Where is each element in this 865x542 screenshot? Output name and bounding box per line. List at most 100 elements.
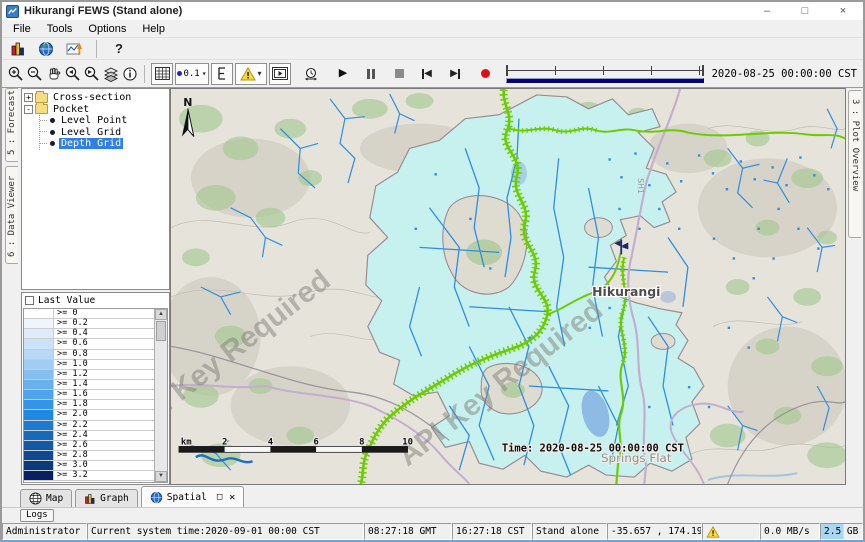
warnings-dropdown[interactable]: ▾ (235, 63, 267, 85)
legend-label: >= 2.8 (54, 451, 88, 460)
zoom-previous-icon[interactable] (63, 63, 82, 85)
minimize-button[interactable]: – (761, 5, 773, 17)
legend-row[interactable]: >= 0.4 (24, 329, 154, 339)
zoom-in-icon[interactable] (6, 63, 25, 85)
spatial-display-icon[interactable] (35, 38, 57, 60)
animation-clock-icon[interactable] (300, 63, 322, 85)
legend-row[interactable]: >= 0 (24, 309, 154, 319)
tree-item-cross-section[interactable]: + Cross-section (24, 92, 167, 104)
legend-scrollbar[interactable]: ▲ ▼ (154, 309, 167, 482)
legend-label: >= 3.2 (54, 471, 88, 480)
legend-row[interactable]: >= 3.0 (24, 461, 154, 471)
maximize-button[interactable]: □ (799, 5, 811, 17)
status-warning[interactable] (702, 523, 760, 540)
legend-row[interactable]: >= 1.8 (24, 400, 154, 410)
legend-row[interactable]: >= 1.6 (24, 390, 154, 400)
legend-swatch (24, 410, 54, 419)
toolbar-separator (144, 65, 145, 83)
legend-label: >= 0.2 (54, 319, 88, 328)
zoom-out-icon[interactable] (25, 63, 44, 85)
legend-row[interactable]: >= 1.2 (24, 370, 154, 380)
tab-maximize-icon[interactable]: □ (217, 492, 222, 502)
status-memory: 2.5 GB (820, 523, 863, 540)
tab-map[interactable]: Map (20, 489, 72, 507)
legend-row[interactable]: >= 3.2 (24, 471, 154, 481)
stop-button[interactable] (388, 63, 410, 85)
status-system-time: Current system time:2020-09-01 00:00 CST (87, 523, 364, 540)
tree-item-level-point[interactable]: Level Point (40, 115, 167, 127)
legend-label: >= 1.0 (54, 360, 88, 369)
last-frame-button[interactable]: ▶ (444, 63, 466, 85)
legend-label: >= 0 (54, 309, 77, 318)
pause-button[interactable] (360, 63, 382, 85)
logs-row: Logs (2, 507, 863, 523)
tab-graph[interactable]: Graph (75, 489, 138, 507)
grid-layer-toggle[interactable] (151, 63, 173, 85)
menu-options[interactable]: Options (81, 22, 133, 36)
legend-swatch (24, 339, 54, 348)
legend-title: Last Value (38, 295, 95, 306)
close-button[interactable]: × (837, 5, 849, 17)
timeline-range-bar[interactable] (506, 78, 704, 83)
main-toolbar: ? (2, 38, 863, 59)
map-viewport[interactable]: API Key Required API Key Required Hikura… (170, 88, 846, 485)
legend-swatch (24, 350, 54, 359)
status-coordinates: -35.657 , 174.199 (607, 523, 702, 540)
legend-row[interactable]: >= 1.0 (24, 360, 154, 370)
scroll-down-icon[interactable]: ▼ (155, 471, 167, 482)
timeline-slider[interactable] (506, 65, 704, 83)
legend-label: >= 2.0 (54, 410, 88, 419)
logs-button[interactable]: Logs (20, 509, 54, 522)
legend-row[interactable]: >= 0.8 (24, 350, 154, 360)
main-area: 5 : Forecast 6 : Data Viewer + Cross-sec… (2, 88, 863, 485)
tab-plot-overview[interactable]: 3 : Plot Overview (848, 90, 861, 238)
movie-export-icon[interactable] (269, 63, 291, 85)
collapse-icon[interactable]: - (24, 105, 33, 114)
menu-file[interactable]: File (6, 22, 38, 36)
pan-icon[interactable] (44, 63, 63, 85)
profile-toggle[interactable] (211, 63, 233, 85)
menu-help[interactable]: Help (135, 22, 172, 36)
legend-row[interactable]: >= 0.2 (24, 319, 154, 329)
legend-row[interactable]: >= 1.4 (24, 380, 154, 390)
menu-tools[interactable]: Tools (40, 22, 80, 36)
bar-chart-icon (84, 493, 96, 505)
status-gmt-time: 08:27:18 GMT (364, 523, 452, 540)
town-label: Hikurangi (592, 284, 660, 299)
point-size-dropdown[interactable]: 0.1▾ (175, 63, 209, 85)
tab-spatial[interactable]: Spatial □ ✕ (141, 486, 245, 507)
info-icon[interactable] (120, 63, 139, 85)
legend-row[interactable]: >= 2.2 (24, 421, 154, 431)
zoom-next-icon[interactable] (82, 63, 101, 85)
record-button[interactable] (474, 63, 496, 85)
legend-swatch (24, 431, 54, 440)
status-user: Administrator (2, 523, 87, 540)
help-icon[interactable]: ? (108, 38, 130, 60)
menu-bar: File Tools Options Help (2, 20, 863, 38)
legend-row[interactable]: >= 2.6 (24, 441, 154, 451)
tree-item-pocket[interactable]: - Pocket (24, 104, 167, 116)
legend-row[interactable]: >= 2.0 (24, 410, 154, 420)
legend-row[interactable]: >= 2.8 (24, 451, 154, 461)
tab-data-viewer[interactable]: 6 : Data Viewer (5, 166, 18, 264)
expand-icon[interactable]: + (24, 93, 33, 102)
globe-icon (150, 491, 163, 504)
tab-forecast[interactable]: 5 : Forecast (5, 88, 18, 162)
data-display-icon[interactable] (7, 38, 29, 60)
legend-row[interactable]: >= 0.6 (24, 339, 154, 349)
timeseries-display-icon[interactable] (63, 38, 85, 60)
last-value-checkbox[interactable] (25, 296, 34, 305)
first-frame-button[interactable]: ◀ (416, 63, 438, 85)
tree-item-depth-grid[interactable]: Depth Grid (40, 138, 167, 150)
legend-panel: Last Value >= 0 >= 0.2 (21, 292, 170, 485)
legend-label: >= 2.4 (54, 431, 88, 440)
layers-icon[interactable] (101, 63, 120, 85)
tree-item-level-grid[interactable]: Level Grid (40, 127, 167, 139)
legend-row[interactable]: >= 2.4 (24, 431, 154, 441)
toolbar-separator (96, 40, 97, 58)
scroll-up-icon[interactable]: ▲ (155, 309, 167, 320)
tab-close-icon[interactable]: ✕ (229, 492, 235, 503)
scroll-thumb[interactable] (156, 321, 166, 341)
legend-table: >= 0 >= 0.2 >= 0.4 (23, 308, 168, 483)
play-button[interactable]: ▶ (332, 63, 354, 85)
